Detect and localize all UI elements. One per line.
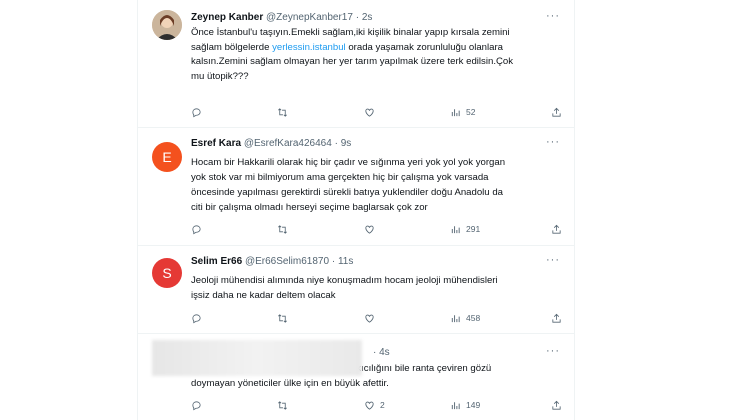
tweet-actions: 291 [191, 222, 562, 236]
timestamp[interactable]: 4s [379, 347, 390, 358]
separator: · [331, 256, 336, 267]
separator: · [373, 347, 377, 358]
like-button[interactable] [364, 313, 375, 324]
display-name[interactable]: Esref Kara [191, 138, 241, 149]
timeline-feed: Zeynep Kanber @ZeynepKanber17 · 2s ··· Ö… [137, 0, 575, 420]
views-count: 52 [466, 107, 476, 117]
user-handle[interactable]: @ZeynepKanber17 [266, 12, 353, 23]
views-icon [451, 401, 460, 409]
retweet-button[interactable] [277, 400, 288, 411]
views-icon [451, 225, 460, 233]
tweet-header: Zeynep Kanber @ZeynepKanber17 · 2s [191, 12, 542, 23]
views-button[interactable]: 291 [450, 224, 480, 235]
views-count: 291 [466, 224, 481, 234]
tweet-header: Selim Er66 @Er66Selim61870 · 11s [191, 256, 542, 267]
more-options-button[interactable]: ··· [546, 10, 560, 22]
reply-icon [192, 400, 201, 410]
tweet-actions: 2 149 [191, 398, 562, 412]
retweet-icon [278, 224, 287, 234]
tweet-text: Önce İstanbul'u taşıyın.Emekli sağlam,ik… [191, 26, 556, 84]
share-button[interactable] [551, 224, 562, 235]
share-button[interactable] [551, 107, 562, 118]
tweet-header: Esref Kara @EsrefKara426464 · 9s [191, 138, 542, 149]
share-icon [552, 400, 561, 410]
retweet-button[interactable] [277, 224, 288, 235]
text-line: kalsın.Zemini sağlam olmayan her yer tar… [191, 56, 514, 67]
more-options-button[interactable]: ··· [546, 136, 560, 148]
views-count: 149 [466, 400, 481, 410]
timestamp[interactable]: 2s [362, 12, 373, 23]
retweet-icon [278, 400, 287, 410]
share-icon [552, 313, 561, 323]
tweet-text: Hocam bir Hakkarili olarak hiç bir çadır… [191, 155, 556, 215]
retweet-icon [278, 313, 287, 323]
user-handle[interactable]: @Er66Selim61870 [245, 256, 329, 267]
separator: · [355, 12, 360, 23]
text-line: Jeoloji mühendisi alımında niye konuşmad… [191, 275, 498, 286]
views-button[interactable]: 149 [450, 400, 480, 411]
like-icon [365, 108, 374, 117]
views-icon [451, 314, 460, 322]
timestamp[interactable]: 11s [338, 256, 353, 267]
text-line: Önce İstanbul'u taşıyın.Emekli sağlam,ik… [191, 27, 510, 38]
text-line: mu ütopik??? [191, 70, 249, 82]
redacted-author-area [152, 340, 362, 376]
text-line: doymayan yöneticiler ülke için en büyük … [191, 378, 389, 389]
views-button[interactable]: 458 [450, 313, 480, 324]
share-icon [552, 107, 561, 117]
display-name[interactable]: Selim Er66 [191, 256, 242, 267]
like-icon [365, 314, 374, 323]
share-button[interactable] [551, 400, 562, 411]
user-handle[interactable]: @EsrefKara426464 [244, 138, 332, 149]
like-icon [365, 401, 374, 410]
text-line: öncesinde yapılması gerektirdi sürekli b… [191, 187, 503, 198]
tweet[interactable]: Zeynep Kanber @ZeynepKanber17 · 2s ··· Ö… [138, 0, 574, 128]
tweet-header: · 4s [373, 347, 536, 358]
tweet-text: Jeoloji mühendisi alımında niye konuşmad… [191, 273, 556, 303]
reply-button[interactable] [191, 107, 202, 118]
text-line: sağlam bölgelerde yerlessin.istanbul ora… [191, 41, 503, 53]
display-name[interactable]: Zeynep Kanber [191, 12, 263, 23]
avatar[interactable] [152, 10, 182, 40]
like-button[interactable]: 2 [364, 400, 385, 411]
share-button[interactable] [551, 313, 562, 324]
views-icon [451, 108, 460, 116]
tweet[interactable]: S Selim Er66 @Er66Selim61870 · 11s ··· J… [138, 246, 574, 334]
like-button[interactable] [364, 224, 375, 235]
likes-count: 2 [380, 400, 385, 410]
like-button[interactable] [364, 107, 375, 118]
share-icon [552, 224, 561, 234]
reply-button[interactable] [191, 313, 202, 324]
tweet[interactable]: E Esref Kara @EsrefKara426464 · 9s ··· H… [138, 128, 574, 246]
retweet-button[interactable] [277, 313, 288, 324]
separator: · [334, 138, 338, 149]
tweet-actions: 458 [191, 311, 562, 325]
text-line: citi bir çalışma olmadı herseyi seçime b… [191, 202, 428, 213]
reply-button[interactable] [191, 400, 202, 411]
reply-icon [192, 107, 201, 117]
avatar[interactable]: E [152, 142, 182, 172]
tweet-link[interactable]: yerlessin.istanbul [272, 42, 346, 53]
reply-button[interactable] [191, 224, 202, 235]
reply-icon [192, 224, 201, 234]
views-count: 458 [466, 313, 481, 323]
retweet-icon [278, 107, 287, 117]
like-icon [365, 225, 374, 234]
more-options-button[interactable]: ··· [546, 254, 560, 266]
avatar-letter: S [162, 265, 172, 281]
avatar-photo-icon [152, 10, 182, 40]
views-button[interactable]: 52 [450, 107, 475, 118]
text-line: Hocam bir Hakkarili olarak hiç bir çadır… [191, 157, 506, 168]
tweet-actions: 52 [191, 105, 562, 119]
reply-icon [192, 313, 201, 323]
timestamp[interactable]: 9s [341, 138, 352, 149]
text-line: yok stok var mi bilmiyorum ama gerçekten… [191, 172, 489, 183]
avatar[interactable]: S [152, 258, 182, 288]
more-options-button[interactable]: ··· [546, 345, 560, 357]
retweet-button[interactable] [277, 107, 288, 118]
text-line: işsiz daha ne kadar deltem olacak [191, 290, 336, 301]
avatar-letter: E [162, 149, 172, 165]
